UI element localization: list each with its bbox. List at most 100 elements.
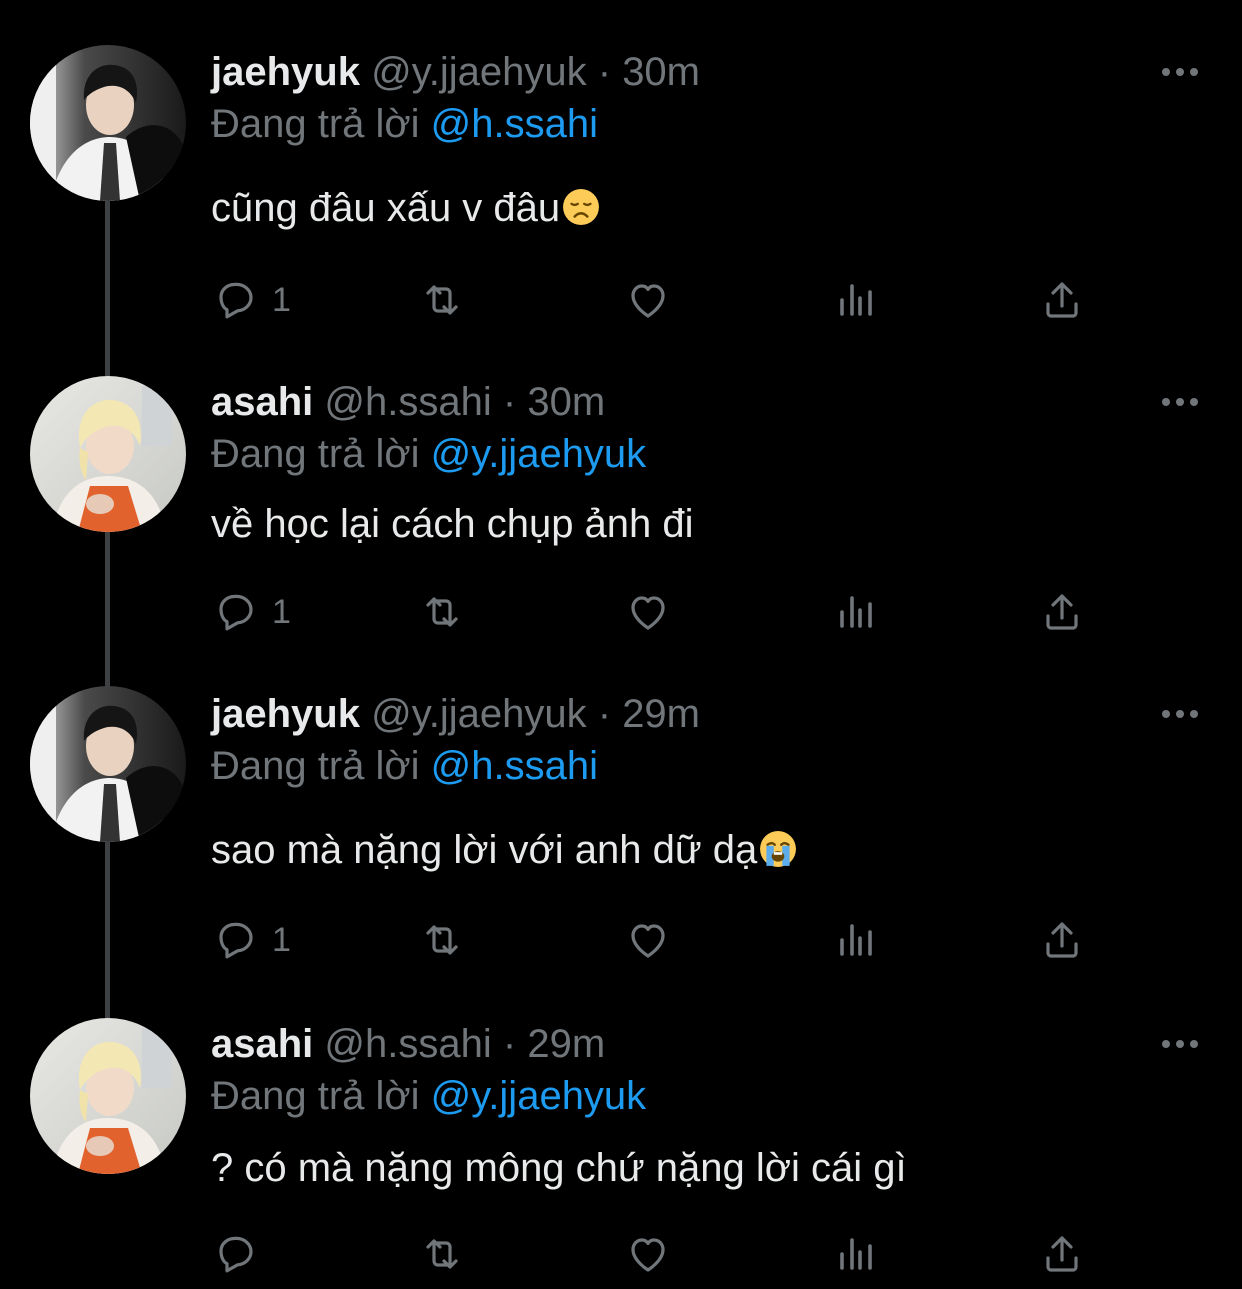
like-button[interactable] xyxy=(624,270,672,330)
like-button[interactable] xyxy=(624,1224,672,1284)
share-button[interactable] xyxy=(1038,270,1086,330)
reply-icon xyxy=(219,282,253,319)
tweet-actions: 1 xyxy=(0,910,1242,970)
tweet[interactable]: jaehyuk @y.jjaehyuk · 29m Đang trả lời @… xyxy=(0,678,1242,1008)
reply-icon xyxy=(219,1236,253,1273)
tweet-text-content: cũng đâu xấu v đâu xyxy=(211,186,561,230)
reply-icon xyxy=(219,922,253,959)
asahi-avatar-image xyxy=(30,1018,186,1174)
reply-count: 1 xyxy=(272,920,291,959)
replying-prefix: Đang trả lời xyxy=(211,432,420,476)
more-icon[interactable] xyxy=(1160,62,1200,82)
reply-button[interactable]: 1 xyxy=(212,910,291,970)
user-handle[interactable]: @y.jjaehyuk xyxy=(371,692,587,736)
display-name[interactable]: jaehyuk xyxy=(211,692,360,736)
separator: · xyxy=(502,380,517,424)
analytics-button[interactable] xyxy=(832,270,880,330)
share-button[interactable] xyxy=(1038,1224,1086,1284)
user-handle[interactable]: @h.ssahi xyxy=(324,1022,491,1066)
retweet-button[interactable] xyxy=(418,582,466,642)
analytics-button[interactable] xyxy=(832,1224,880,1284)
more-icon[interactable] xyxy=(1160,1034,1200,1054)
tweet-text: sao mà nặng lời với anh dữ dạ xyxy=(211,824,797,876)
timestamp[interactable]: 30m xyxy=(527,380,605,424)
mention-link[interactable]: @h.ssahi xyxy=(431,744,598,788)
like-button[interactable] xyxy=(624,582,672,642)
retweet-button[interactable] xyxy=(418,1224,466,1284)
like-button[interactable] xyxy=(624,910,672,970)
replying-to: Đang trả lời @h.ssahi xyxy=(211,98,598,150)
tweet-header: asahi @h.ssahi · 30m xyxy=(211,374,605,430)
separator: · xyxy=(597,50,612,94)
more-icon[interactable] xyxy=(1160,704,1200,724)
separator: · xyxy=(502,1022,517,1066)
display-name[interactable]: asahi xyxy=(211,1022,313,1066)
retweet-button[interactable] xyxy=(418,910,466,970)
user-handle[interactable]: @y.jjaehyuk xyxy=(371,50,587,94)
share-icon xyxy=(1046,922,1078,958)
retweet-icon xyxy=(426,925,458,955)
replying-prefix: Đang trả lời xyxy=(211,1074,420,1118)
analytics-button[interactable] xyxy=(832,582,880,642)
tweet-actions: 1 xyxy=(0,270,1242,330)
analytics-icon xyxy=(840,924,872,956)
analytics-icon xyxy=(840,284,872,316)
like-icon xyxy=(631,284,665,318)
retweet-icon xyxy=(426,285,458,315)
avatar[interactable] xyxy=(30,376,186,532)
user-handle[interactable]: @h.ssahi xyxy=(324,380,491,424)
replying-to: Đang trả lời @h.ssahi xyxy=(211,740,598,792)
asahi-avatar-image xyxy=(30,376,186,532)
share-button[interactable] xyxy=(1038,910,1086,970)
tweet-text-content: ? có mà nặng mông chứ nặng lời cái gì xyxy=(211,1146,907,1190)
reply-count: 1 xyxy=(272,592,291,631)
share-icon xyxy=(1046,1236,1078,1272)
replying-to: Đang trả lời @y.jjaehyuk xyxy=(211,1070,646,1122)
timestamp[interactable]: 29m xyxy=(527,1022,605,1066)
like-icon xyxy=(631,1238,665,1272)
avatar[interactable] xyxy=(30,686,186,842)
separator: · xyxy=(597,692,612,736)
tweet-header: jaehyuk @y.jjaehyuk · 30m xyxy=(211,44,700,100)
mention-link[interactable]: @y.jjaehyuk xyxy=(431,1074,647,1118)
mention-link[interactable]: @h.ssahi xyxy=(431,102,598,146)
display-name[interactable]: jaehyuk xyxy=(211,50,360,94)
timestamp[interactable]: 30m xyxy=(622,50,700,94)
tweet-header: asahi @h.ssahi · 29m xyxy=(211,1016,605,1072)
tweet-header: jaehyuk @y.jjaehyuk · 29m xyxy=(211,686,700,742)
retweet-icon xyxy=(426,597,458,627)
reply-button[interactable]: 1 xyxy=(212,582,291,642)
display-name[interactable]: asahi xyxy=(211,380,313,424)
like-icon xyxy=(631,924,665,958)
loudly-crying-face-icon xyxy=(760,831,797,867)
share-icon xyxy=(1046,282,1078,318)
jaehyuk-avatar-image xyxy=(30,45,186,201)
reply-button[interactable] xyxy=(212,1224,272,1284)
avatar[interactable] xyxy=(30,45,186,201)
tweet-text-content: sao mà nặng lời với anh dữ dạ xyxy=(211,828,758,872)
tweet-actions xyxy=(0,1224,1242,1284)
share-icon xyxy=(1046,594,1078,630)
retweet-button[interactable] xyxy=(418,270,466,330)
analytics-icon xyxy=(840,1238,872,1270)
reply-icon xyxy=(219,594,253,631)
tweet-text: ? có mà nặng mông chứ nặng lời cái gì xyxy=(211,1142,907,1194)
analytics-button[interactable] xyxy=(832,910,880,970)
replying-prefix: Đang trả lời xyxy=(211,744,420,788)
more-icon[interactable] xyxy=(1160,392,1200,412)
tweet-text-content: về học lại cách chụp ảnh đi xyxy=(211,502,694,546)
analytics-icon xyxy=(840,596,872,628)
timestamp[interactable]: 29m xyxy=(622,692,700,736)
avatar[interactable] xyxy=(30,1018,186,1174)
tweet[interactable]: jaehyuk @y.jjaehyuk · 30m Đang trả lời @… xyxy=(0,0,1242,346)
mention-link[interactable]: @y.jjaehyuk xyxy=(431,432,647,476)
reply-button[interactable]: 1 xyxy=(212,270,291,330)
reply-count: 1 xyxy=(272,280,291,319)
tweet[interactable]: asahi @h.ssahi · 29m Đang trả lời @y.jja… xyxy=(0,1008,1242,1289)
tweet[interactable]: asahi @h.ssahi · 30m Đang trả lời @y.jja… xyxy=(0,346,1242,678)
retweet-icon xyxy=(426,1239,458,1269)
replying-prefix: Đang trả lời xyxy=(211,102,420,146)
like-icon xyxy=(631,596,665,630)
disappointed-face-icon xyxy=(563,189,600,225)
share-button[interactable] xyxy=(1038,582,1086,642)
